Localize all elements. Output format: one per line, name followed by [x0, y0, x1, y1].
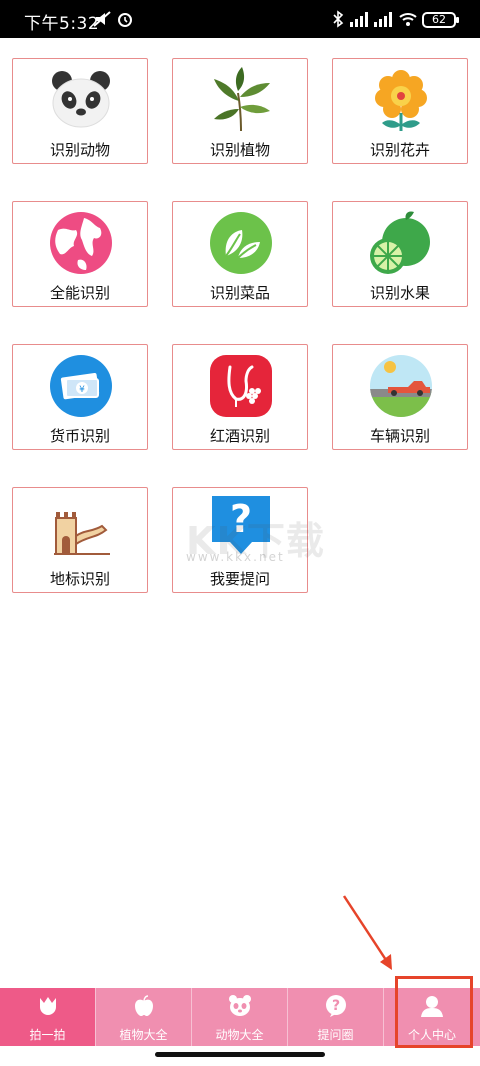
tab-label: 提问圈 — [317, 1028, 354, 1042]
watermark-url: www.kkx.net — [186, 550, 285, 564]
battery-indicator: 62 — [422, 12, 459, 28]
vegetable-leaf-icon — [210, 212, 272, 274]
card-label: 货币识别 — [49, 427, 110, 445]
alarm-icon — [118, 13, 132, 27]
tab-label: 动物大全 — [215, 1028, 264, 1042]
tab-label: 植物大全 — [119, 1028, 168, 1042]
card-currency[interactable]: ¥ 货币识别 — [12, 344, 148, 450]
wine-icon — [210, 355, 272, 417]
svg-text:¥: ¥ — [79, 385, 85, 395]
tab-pai-yi-pai[interactable]: 拍一拍 — [0, 988, 96, 1046]
card-dish[interactable]: 识别菜品 — [172, 201, 308, 307]
plant-icon — [214, 67, 270, 132]
great-wall-icon — [54, 512, 110, 555]
tulip-icon — [40, 997, 56, 1015]
question-icon: ? — [326, 995, 346, 1017]
tab-label: 拍一拍 — [29, 1028, 66, 1042]
bluetooth-icon — [333, 10, 344, 28]
card-label: 识别菜品 — [209, 284, 270, 302]
card-label: 识别植物 — [209, 141, 270, 159]
car-icon — [370, 355, 432, 417]
card-label: 地标识别 — [49, 570, 110, 588]
signal-icon-2 — [374, 12, 392, 27]
card-landmark[interactable]: 地标识别 — [12, 487, 148, 593]
banknote-icon: ¥ — [50, 355, 112, 417]
card-fruit[interactable]: 识别水果 — [332, 201, 468, 307]
card-wine[interactable]: 红酒识别 — [172, 344, 308, 450]
annotation-arrow — [342, 895, 392, 970]
card-universal[interactable]: 全能识别 — [12, 201, 148, 307]
home-indicator[interactable] — [155, 1052, 325, 1057]
status-bar: 下午5:32 62 — [0, 0, 480, 38]
globe-icon — [50, 212, 112, 274]
card-plant[interactable]: 识别植物 — [172, 58, 308, 164]
apple-icon — [135, 995, 153, 1016]
svg-text:?: ? — [332, 998, 340, 1014]
signal-icon — [350, 12, 368, 27]
card-label: 识别花卉 — [369, 141, 430, 159]
orange-fruit-icon — [370, 211, 430, 274]
annotation-highlight-box — [395, 976, 473, 1048]
card-flower[interactable]: 识别花卉 — [332, 58, 468, 164]
wifi-icon — [399, 13, 417, 26]
tab-plant-encyclopedia[interactable]: 植物大全 — [96, 988, 192, 1046]
card-animal[interactable]: 识别动物 — [12, 58, 148, 164]
mute-icon — [93, 11, 111, 27]
tab-question-circle[interactable]: ? 提问圈 — [288, 988, 384, 1046]
status-time: 下午5:32 — [24, 14, 100, 34]
card-label: 车辆识别 — [369, 427, 430, 445]
tab-animal-encyclopedia[interactable]: 动物大全 — [192, 988, 288, 1046]
card-label: 我要提问 — [209, 570, 270, 588]
card-label: 红酒识别 — [209, 427, 270, 445]
panda-icon — [52, 71, 110, 128]
card-label: 识别动物 — [49, 141, 110, 159]
panda-face-icon — [229, 995, 251, 1016]
flower-icon — [375, 70, 427, 131]
card-vehicle[interactable]: 车辆识别 — [332, 344, 468, 450]
card-label: 全能识别 — [49, 284, 110, 302]
card-label: 识别水果 — [369, 284, 430, 302]
